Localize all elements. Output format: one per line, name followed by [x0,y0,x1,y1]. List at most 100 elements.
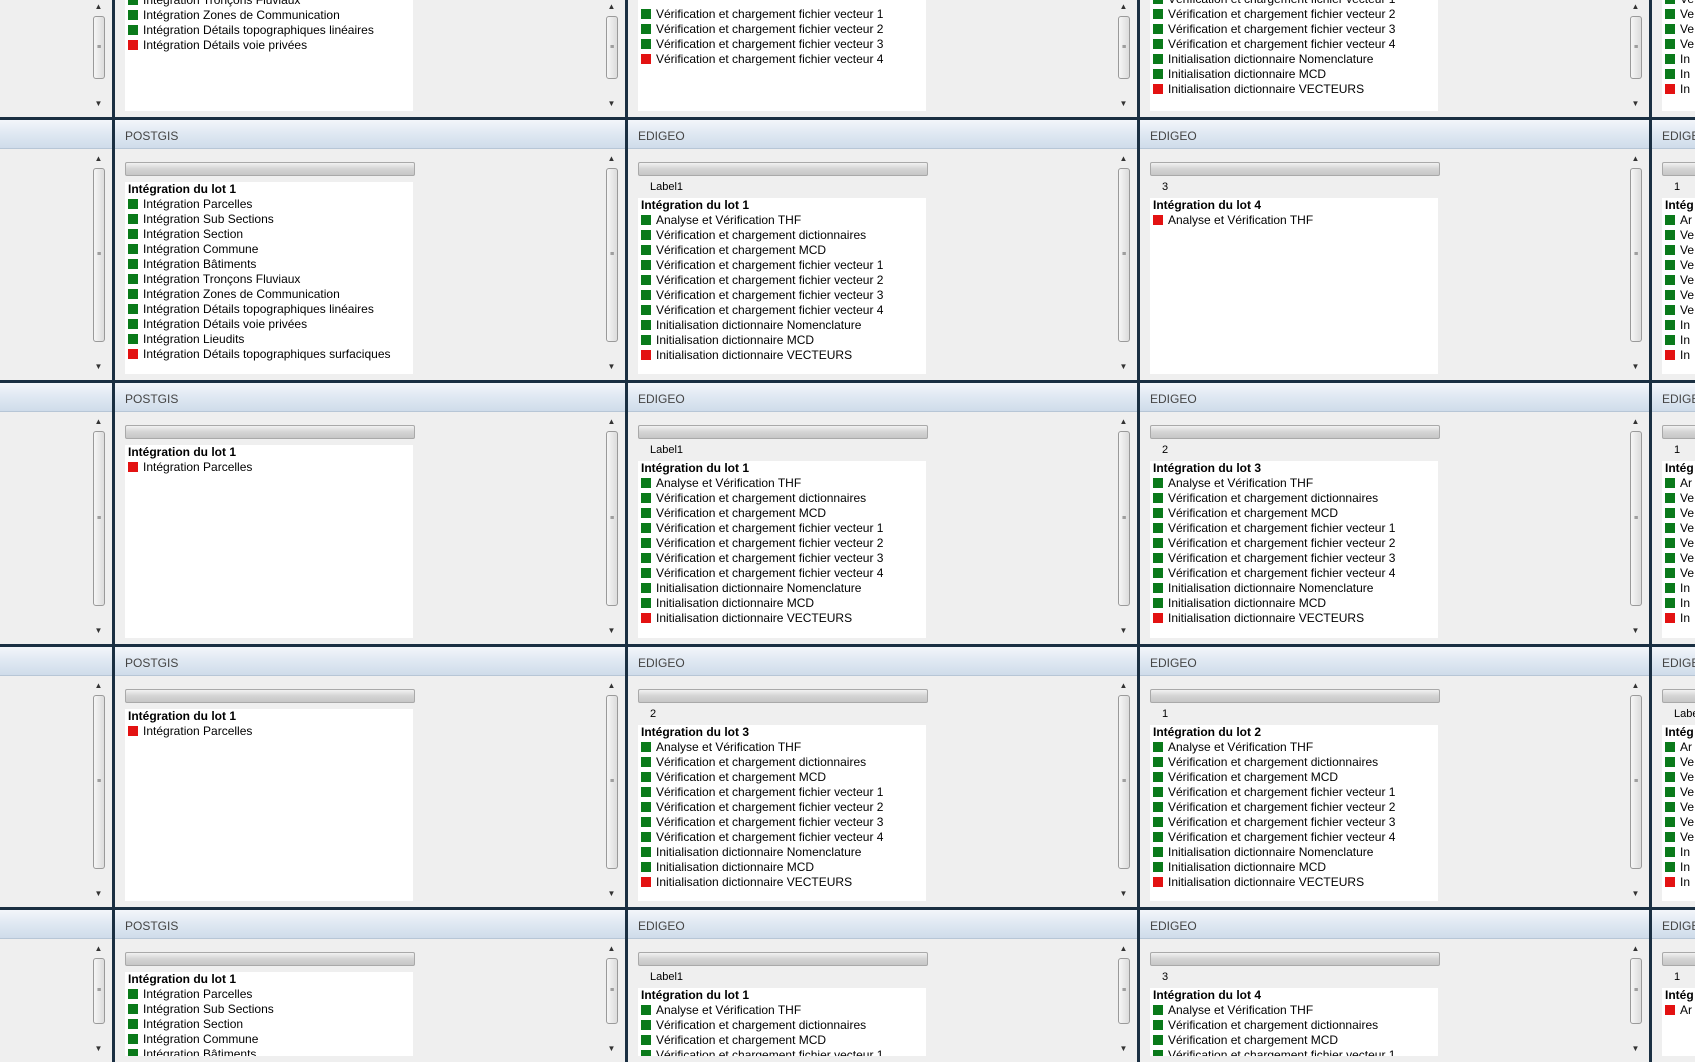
list-item[interactable]: Vérification et chargement fichier vecte… [638,521,926,536]
status-listbox[interactable]: Vérification et chargement fichier vecte… [1150,0,1438,111]
status-listbox[interactable]: Intégration du lot 1 Intégration Parcelle… [125,182,413,374]
list-item[interactable]: Vérification et chargement MCD [638,243,926,258]
scrollbar-thumb[interactable]: ≡ [1630,958,1642,1024]
list-item[interactable]: Vérification et chargement fichier vecte… [638,7,926,22]
list-item[interactable]: Intégration Détails topographiques linéa… [125,302,413,317]
list-item[interactable]: Vérification et chargement fichier vecte… [638,288,926,303]
triangle-up-icon[interactable]: ▲ [90,942,107,956]
list-item[interactable]: Vérification et chargement fichier vecte… [638,785,926,800]
list-item[interactable]: Vérification et chargement fichier vecte… [1150,22,1438,37]
list-item[interactable]: Vérification et chargement fichier vecte… [1150,785,1438,800]
triangle-up-icon[interactable]: ▲ [603,0,620,14]
triangle-up-icon[interactable]: ▲ [90,415,107,429]
triangle-down-icon[interactable]: ▼ [603,360,620,374]
scrollbar-thumb[interactable]: ≡ [1630,431,1642,606]
list-item[interactable]: Analyse et Vérification THF [638,476,926,491]
list-item[interactable]: Analyse et Vérification THF [638,213,926,228]
list-item[interactable]: Analyse et Vérification THF [1150,1003,1438,1018]
triangle-down-icon[interactable]: ▼ [1115,97,1132,111]
status-listbox[interactable]: VeVeVeVeInInIn [1662,0,1695,111]
list-item[interactable]: Intégration Zones de Communication [125,8,413,23]
vertical-scrollbar[interactable]: ▲ ≡ ▼ [603,942,620,1056]
status-listbox[interactable]: Intégration du lot 3 Analyse et Vérificat… [638,725,926,901]
status-listbox[interactable]: Intégration du lot 1 Intégration Parcelle… [125,972,413,1056]
list-item[interactable]: Intégration Tronçons Fluviaux [125,0,413,8]
list-item[interactable]: Vérification et chargement fichier vecte… [1150,7,1438,22]
vertical-scrollbar[interactable]: ▲ ≡ ▼ [1627,415,1644,638]
status-listbox[interactable]: Intégration du lot 1 Analyse et Vérificat… [638,198,926,374]
list-item[interactable]: Analyse et Vérification THF [638,740,926,755]
list-item[interactable]: Intégration Sub Sections [125,212,413,227]
scrollbar-thumb[interactable]: ≡ [93,695,105,869]
list-item[interactable]: Ve [1662,536,1695,551]
status-listbox[interactable]: Vérification et chargement fichier vecte… [638,0,926,111]
list-item[interactable]: Ve [1662,491,1695,506]
triangle-down-icon[interactable]: ▼ [90,1042,107,1056]
list-item[interactable]: Initialisation dictionnaire Nomenclature [638,581,926,596]
vertical-scrollbar[interactable]: ▲ ≡ ▼ [1115,415,1132,638]
list-item[interactable]: Ve [1662,566,1695,581]
list-item[interactable]: Initialisation dictionnaire MCD [1150,860,1438,875]
list-item[interactable]: Vérification et chargement fichier vecte… [638,258,926,273]
list-item[interactable]: Initialisation dictionnaire Nomenclature [638,845,926,860]
triangle-down-icon[interactable]: ▼ [1115,624,1132,638]
list-item[interactable]: Initialisation dictionnaire MCD [1150,67,1438,82]
list-item[interactable]: Vérification et chargement fichier vecte… [1150,566,1438,581]
list-item[interactable]: Intégration Section [125,227,413,242]
list-item[interactable]: Ve [1662,506,1695,521]
list-item[interactable]: Vérification et chargement dictionnaires [1150,491,1438,506]
list-item[interactable]: Initialisation dictionnaire Nomenclature [1150,52,1438,67]
list-item[interactable]: Initialisation dictionnaire VECTEURS [1150,82,1438,97]
list-item[interactable]: Ve [1662,37,1695,52]
triangle-down-icon[interactable]: ▼ [1627,1042,1644,1056]
triangle-down-icon[interactable]: ▼ [1115,1042,1132,1056]
list-item[interactable]: Ve [1662,815,1695,830]
list-item[interactable]: In [1662,596,1695,611]
list-item[interactable]: Intégration Parcelles [125,460,413,475]
status-listbox[interactable]: Intégration du lot 1 Intégration Parcelle… [125,445,413,638]
list-item[interactable]: Vérification et chargement dictionnaires [638,491,926,506]
list-item[interactable]: Ar [1662,1003,1695,1018]
list-item[interactable]: In [1662,348,1695,363]
vertical-scrollbar[interactable]: ▲ ≡ ▼ [1627,679,1644,901]
triangle-up-icon[interactable]: ▲ [603,152,620,166]
scrollbar-thumb[interactable]: ≡ [93,431,105,606]
triangle-up-icon[interactable]: ▲ [1627,942,1644,956]
scrollbar-thumb[interactable]: ≡ [1118,695,1130,869]
list-item[interactable]: In [1662,581,1695,596]
status-listbox[interactable]: Intégration du lot 3 Analyse et Vérificat… [1150,461,1438,638]
triangle-up-icon[interactable]: ▲ [1627,152,1644,166]
list-item[interactable]: Vérification et chargement fichier vecte… [1150,800,1438,815]
list-item[interactable]: Intégration Sub Sections [125,1002,413,1017]
list-item[interactable]: In [1662,845,1695,860]
triangle-up-icon[interactable]: ▲ [1115,942,1132,956]
triangle-up-icon[interactable]: ▲ [1115,0,1132,14]
list-item[interactable]: Vérification et chargement fichier vecte… [638,22,926,37]
status-listbox[interactable]: Intégration du lot 4 Analyse et Vérificat… [1150,988,1438,1056]
list-item[interactable]: Vérification et chargement fichier vecte… [1150,815,1438,830]
list-item[interactable]: Intégration Bâtiments [125,1047,413,1056]
list-item[interactable]: Initialisation dictionnaire VECTEURS [1150,875,1438,890]
list-item[interactable]: Ve [1662,830,1695,845]
list-item[interactable]: Ve [1662,258,1695,273]
vertical-scrollbar[interactable]: ▲ ≡ ▼ [1115,0,1132,111]
list-item[interactable]: Ve [1662,303,1695,318]
list-item[interactable]: Vérification et chargement MCD [1150,770,1438,785]
list-item[interactable]: Ve [1662,785,1695,800]
list-item[interactable]: Ve [1662,800,1695,815]
list-item[interactable]: Initialisation dictionnaire Nomenclature [1150,845,1438,860]
scrollbar-thumb[interactable]: ≡ [1118,431,1130,606]
list-item[interactable]: Vérification et chargement fichier vecte… [638,1048,926,1056]
status-listbox[interactable]: Intég Ar [1662,988,1695,1056]
list-item[interactable]: Ve [1662,7,1695,22]
list-item[interactable]: Intégration Zones de Communication [125,287,413,302]
list-item[interactable]: In [1662,318,1695,333]
list-item[interactable]: Vérification et chargement fichier vecte… [1150,551,1438,566]
triangle-up-icon[interactable]: ▲ [603,942,620,956]
vertical-scrollbar[interactable]: ▲ ≡ ▼ [90,679,107,901]
scrollbar-thumb[interactable]: ≡ [606,431,618,606]
status-listbox[interactable]: Intégration du lot 1 Intégration Parcelle… [125,709,413,901]
status-listbox[interactable]: Intégration du lot 1 Analyse et Vérificat… [638,988,926,1056]
status-listbox[interactable]: Intégration du lot 1 Analyse et Vérificat… [638,461,926,638]
triangle-down-icon[interactable]: ▼ [90,97,107,111]
